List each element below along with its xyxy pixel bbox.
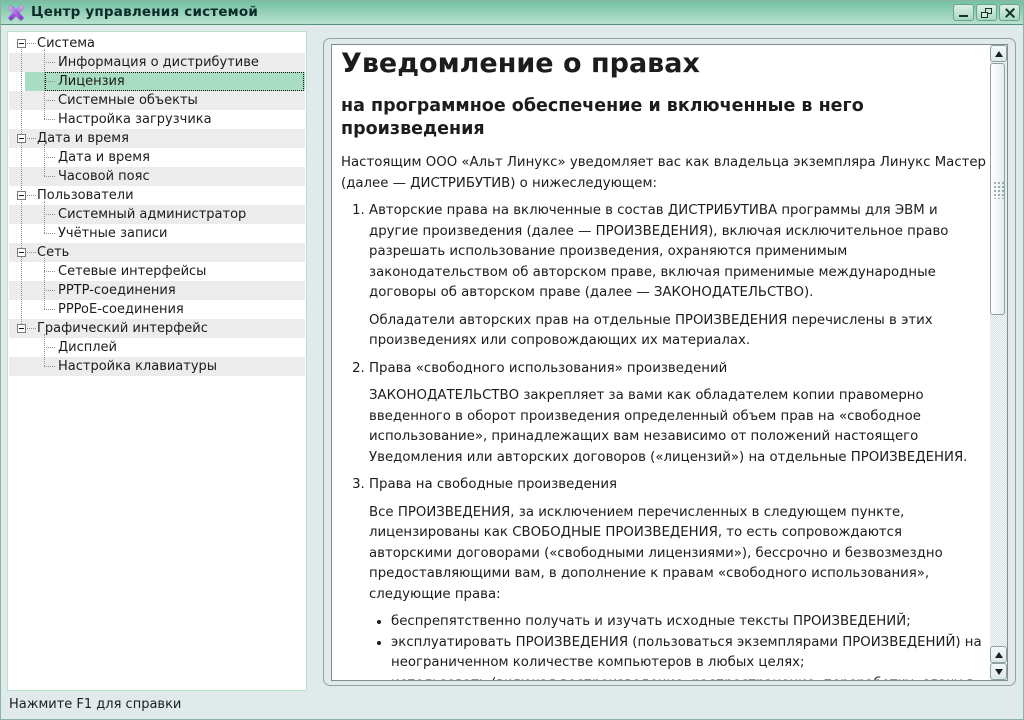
- sidebar-item-13[interactable]: PPTP-соединения: [9, 281, 305, 300]
- arrow-down-icon: [995, 669, 1003, 675]
- license-paragraph: Права «свободного использования» произве…: [369, 359, 986, 380]
- sidebar-item-label: Системные объекты: [9, 93, 198, 108]
- license-document[interactable]: Уведомление о правах на программное обес…: [332, 45, 990, 680]
- sidebar-item-label: Сетевые интерфейсы: [9, 264, 206, 279]
- sidebar-item-5[interactable]: Дата и время: [9, 129, 305, 148]
- sidebar-item-label: Дисплей: [9, 340, 117, 355]
- scroll-up-button[interactable]: [990, 45, 1007, 62]
- license-paragraph: ЗАКОНОДАТЕЛЬСТВО закрепляет за вами как …: [369, 386, 986, 468]
- close-icon: [1005, 8, 1015, 18]
- minimize-button[interactable]: [953, 4, 974, 21]
- window-title: Центр управления системой: [31, 4, 258, 20]
- license-bullet: беспрепятственно получать и изучать исхо…: [391, 612, 986, 633]
- sidebar-tree-panel: Система Информация о дистрибутиве Лицензия…: [7, 31, 307, 691]
- license-paragraph: Права на свободные произведения: [369, 475, 986, 496]
- sidebar-item-10[interactable]: Учётные записи: [9, 224, 305, 243]
- window-controls: [953, 4, 1020, 21]
- close-button[interactable]: [999, 4, 1020, 21]
- page-subtitle: на программное обеспечение и включенные …: [341, 95, 986, 141]
- sidebar-item-12[interactable]: Сетевые интерфейсы: [9, 262, 305, 281]
- minus-icon: [19, 195, 24, 196]
- sidebar-item-14[interactable]: PPPoE-соединения: [9, 300, 305, 319]
- sidebar-item-1[interactable]: Информация о дистрибутиве: [9, 53, 305, 72]
- minimize-icon: [959, 15, 968, 17]
- sidebar-item-16[interactable]: Дисплей: [9, 338, 305, 357]
- sidebar-item-label: Лицензия: [9, 74, 125, 89]
- sidebar-item-label: Системный администратор: [9, 207, 246, 222]
- scrollbar-grip: [992, 180, 1004, 199]
- license-item-1: Авторские права на включенные в состав Д…: [369, 201, 986, 352]
- sidebar-item-label: Настройка загрузчика: [9, 112, 212, 127]
- license-bullet-list: беспрепятственно получать и изучать исхо…: [369, 612, 986, 680]
- license-item-2: Права «свободного использования» произве…: [369, 359, 986, 469]
- page-title: Уведомление о правах: [341, 49, 986, 79]
- minus-icon: [19, 328, 24, 329]
- content-frame: Уведомление о правах на программное обес…: [331, 44, 1008, 681]
- license-paragraph: Обладатели авторских прав на отдельные П…: [369, 311, 986, 352]
- sidebar-item-4[interactable]: Настройка загрузчика: [9, 110, 305, 129]
- license-paragraph: Авторские права на включенные в состав Д…: [369, 201, 986, 304]
- sidebar-item-label: PPPoE-соединения: [9, 302, 184, 317]
- license-item-3: Права на свободные произведения Все ПРОИЗ…: [369, 475, 986, 680]
- restore-icon: [981, 8, 992, 18]
- scroll-down-button[interactable]: [990, 663, 1007, 680]
- sidebar-item-9[interactable]: Системный администратор: [9, 205, 305, 224]
- tree-expander[interactable]: [17, 324, 26, 333]
- arrow-up-icon: [995, 652, 1003, 658]
- minus-icon: [19, 252, 24, 253]
- sidebar-item-0[interactable]: Система: [9, 34, 305, 53]
- sidebar-item-3[interactable]: Системные объекты: [9, 91, 305, 110]
- license-bullet: эксплуатировать ПРОИЗВЕДЕНИЯ (пользовать…: [391, 633, 986, 674]
- sidebar-item-label: Настройка клавиатуры: [9, 359, 217, 374]
- tree-expander[interactable]: [17, 248, 26, 257]
- vertical-scrollbar[interactable]: [990, 45, 1007, 680]
- sidebar-item-2[interactable]: Лицензия: [9, 72, 305, 91]
- license-list: Авторские права на включенные в состав Д…: [341, 201, 986, 680]
- statusbar-help-text: Нажмите F1 для справки: [9, 697, 181, 712]
- sidebar-item-15[interactable]: Графический интерфейс: [9, 319, 305, 338]
- sidebar-item-6[interactable]: Дата и время: [9, 148, 305, 167]
- minus-icon: [19, 43, 24, 44]
- sidebar-item-label: Графический интерфейс: [9, 321, 208, 336]
- sidebar-item-label: Учётные записи: [9, 226, 168, 241]
- sidebar-item-label: Информация о дистрибутиве: [9, 55, 259, 70]
- license-paragraph: Все ПРОИЗВЕДЕНИЯ, за исключением перечис…: [369, 503, 986, 606]
- titlebar[interactable]: Центр управления системой: [1, 1, 1023, 25]
- sidebar-item-8[interactable]: Пользователи: [9, 186, 305, 205]
- scroll-up-button-bottom[interactable]: [990, 646, 1007, 663]
- scrollbar-thumb[interactable]: [990, 63, 1005, 315]
- sidebar-item-label: PPTP-соединения: [9, 283, 176, 298]
- license-intro: Настоящим ООО «Альт Линукс» уведомляет в…: [341, 153, 986, 194]
- license-bullet: использовать (включая воспроизведение, р…: [391, 674, 986, 681]
- tree-expander[interactable]: [17, 191, 26, 200]
- arrow-up-icon: [995, 51, 1003, 57]
- scrollbar-track[interactable]: [990, 62, 1007, 646]
- sidebar-item-17[interactable]: Настройка клавиатуры: [9, 357, 305, 376]
- minus-icon: [19, 138, 24, 139]
- sidebar-item-label: Часовой пояс: [9, 169, 150, 184]
- sidebar-item-11[interactable]: Сеть: [9, 243, 305, 262]
- app-window: Центр управления системой Система Информа…: [0, 0, 1024, 720]
- tree-expander[interactable]: [17, 39, 26, 48]
- sidebar-item-7[interactable]: Часовой пояс: [9, 167, 305, 186]
- tree-expander[interactable]: [17, 134, 26, 143]
- sidebar-item-label: Пользователи: [9, 188, 134, 203]
- restore-button[interactable]: [976, 4, 997, 21]
- sidebar-item-label: Дата и время: [9, 150, 150, 165]
- sidebar-item-label: Дата и время: [9, 131, 129, 146]
- x11-logo-icon: [8, 5, 24, 21]
- tree-rows: Система Информация о дистрибутиве Лицензия…: [9, 34, 305, 376]
